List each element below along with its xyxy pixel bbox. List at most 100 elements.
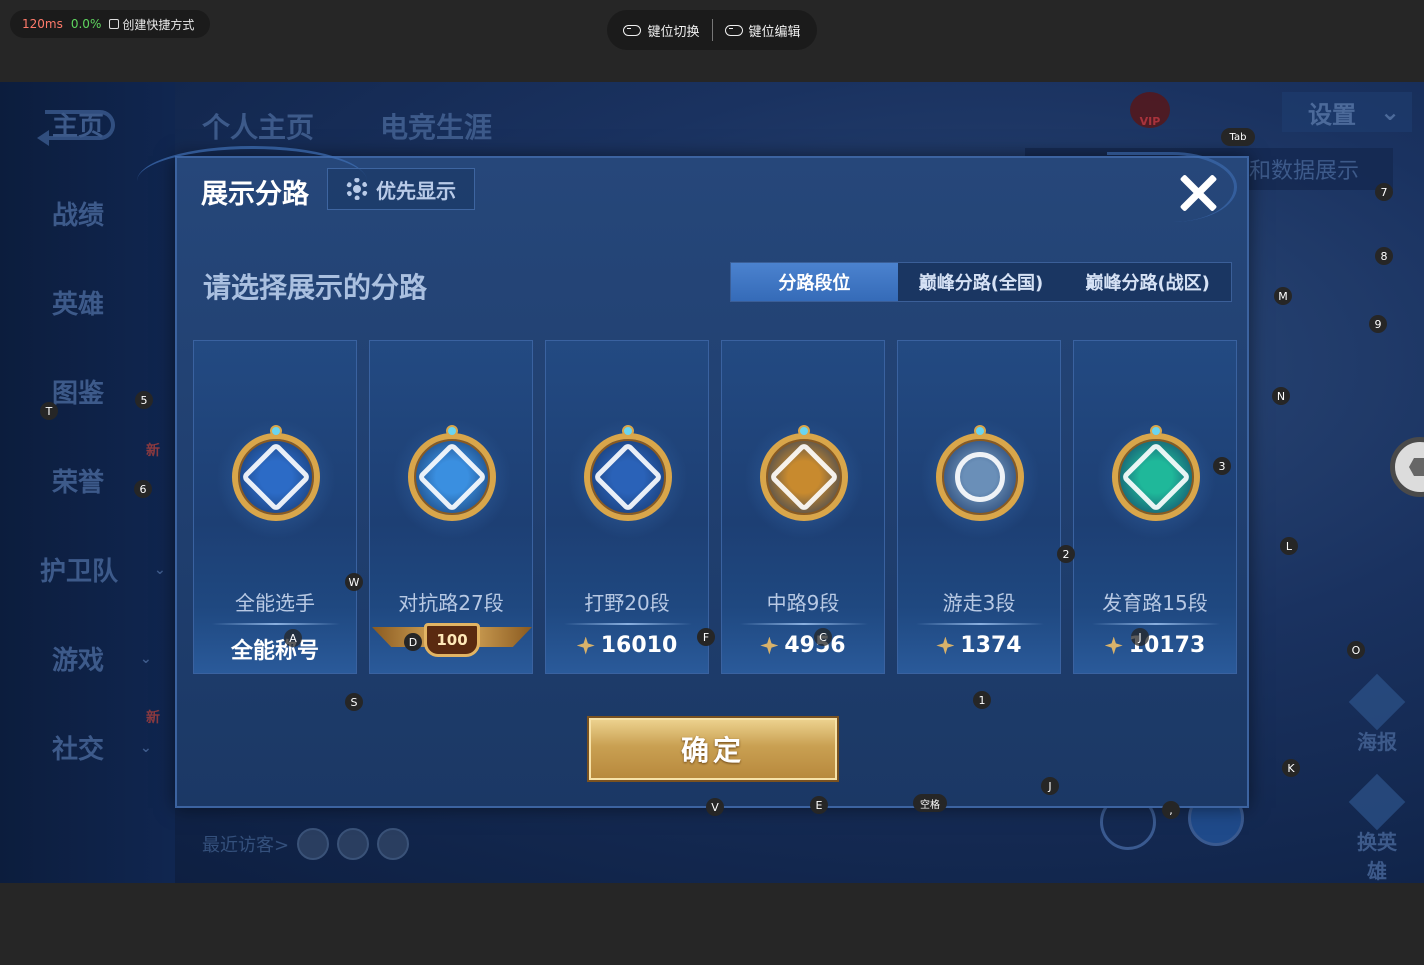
clash-lane-emblem-icon <box>408 433 496 521</box>
lane-cards: 全能选手 全能称号 对抗路27段 100 打野20段 16010 中路9段 4956 游走3段 1… <box>193 340 1237 674</box>
lane-card[interactable]: 打野20段 16010 <box>545 340 709 674</box>
keymap-marker[interactable]: F <box>697 628 715 646</box>
settings-label: 设置 <box>1308 100 1356 129</box>
keymap-marker[interactable]: 8 <box>1375 247 1393 265</box>
lane-card[interactable]: 游走3段 1374 <box>897 340 1061 674</box>
lane-rank-label: 全能选手 <box>235 591 315 615</box>
sidebar-item[interactable]: 社交 ⌄ <box>52 729 152 766</box>
keymap-marker[interactable]: W <box>345 573 363 591</box>
key-edit-button[interactable]: 键位编辑 <box>713 21 813 40</box>
sidebar-item[interactable]: 战绩 <box>52 195 104 232</box>
shortcut-icon <box>109 19 120 29</box>
peak-score-icon <box>1104 636 1123 655</box>
lane-card[interactable]: 发育路15段 10173 <box>1073 340 1237 674</box>
close-icon[interactable] <box>1173 168 1223 218</box>
chevron-down-icon: ⌄ <box>1380 98 1401 126</box>
keymap-marker[interactable]: A <box>284 629 302 647</box>
tab-esports-career[interactable]: 电竞生涯 <box>380 106 492 146</box>
emblem-symbol <box>768 441 840 513</box>
keymap-marker[interactable]: 3 <box>1213 457 1231 475</box>
keymap-marker[interactable]: V <box>706 798 724 816</box>
sidebar-item-label: 主页 <box>52 112 105 142</box>
keymap-marker[interactable]: M <box>1274 287 1292 305</box>
keymap-marker[interactable]: 5 <box>135 391 153 409</box>
emblem-symbol <box>416 441 488 513</box>
keymap-marker[interactable]: S <box>345 693 363 711</box>
gem-icon <box>270 425 282 437</box>
emblem-symbol <box>1120 441 1192 513</box>
keymap-marker[interactable]: O <box>1347 641 1365 659</box>
keymap-marker[interactable]: T <box>40 402 58 420</box>
settings-button[interactable]: 设置 ⌄ <box>1282 92 1412 132</box>
lane-score: 10173 <box>1074 633 1236 658</box>
poster-label: 海报 <box>1357 730 1397 754</box>
lane-card[interactable]: 全能选手 全能称号 <box>193 340 357 674</box>
keymap-marker[interactable]: 1 <box>973 691 991 709</box>
gem-icon <box>974 425 986 437</box>
create-shortcut-label: 创建快捷方式 <box>122 17 195 32</box>
keymap-marker[interactable]: 空格 <box>913 794 947 812</box>
keymap-marker[interactable]: E <box>810 796 828 814</box>
sidebar-item[interactable]: 英雄 <box>52 284 104 321</box>
tab-rank-type[interactable]: 巅峰分路(战区) <box>1064 263 1231 301</box>
emblem-glow <box>392 419 512 539</box>
tab-personal-home[interactable]: 个人主页 <box>202 106 314 146</box>
sidebar-item-label: 荣誉 <box>52 468 105 498</box>
sidebar-item[interactable]: 图鉴 <box>52 373 104 410</box>
lane-card[interactable]: 对抗路27段 100 <box>369 340 533 674</box>
chevron-down-icon: ⌄ <box>140 650 152 667</box>
vip-badge-icon[interactable]: VIP <box>1130 92 1170 128</box>
recent-visitors[interactable]: 最近访客> <box>202 828 410 860</box>
visitor-avatar[interactable] <box>297 828 330 860</box>
sidebar-item[interactable]: 主页 <box>52 106 104 143</box>
all-round-emblem-icon <box>232 433 320 521</box>
keymap-marker[interactable]: Tab <box>1221 128 1255 146</box>
keymap-marker[interactable]: N <box>1272 387 1290 405</box>
peak-score-icon <box>936 636 955 655</box>
poster-icon <box>1348 673 1406 731</box>
lane-rank-label: 打野20段 <box>584 591 670 615</box>
lane-card[interactable]: 中路9段 4956 <box>721 340 885 674</box>
lane-score: 4956 <box>722 633 884 658</box>
keymap-marker[interactable]: D <box>404 633 422 651</box>
rank-cap-badge: 100 <box>372 623 532 673</box>
lane-score-value: 16010 <box>600 633 678 658</box>
confirm-label: 确定 <box>680 734 745 767</box>
performance-indicator: 120ms 0.0% 创建快捷方式 <box>10 10 210 38</box>
keymap-marker[interactable]: 7 <box>1375 183 1393 201</box>
keymap-marker[interactable]: L <box>1280 537 1298 555</box>
confirm-button[interactable]: 确定 <box>589 718 837 780</box>
switch-hero-label: 换英雄 <box>1357 830 1397 883</box>
card-divider <box>740 623 868 625</box>
sidebar-item-label: 英雄 <box>52 290 105 320</box>
tab-rank-type[interactable]: 分路段位 <box>731 263 898 301</box>
priority-display-label: 优先显示 <box>376 178 456 203</box>
priority-display-button[interactable]: 优先显示 <box>327 168 475 210</box>
keymap-marker[interactable]: 2 <box>1057 545 1075 563</box>
new-badge: 新 <box>146 710 160 726</box>
vip-info-text <box>1178 94 1268 124</box>
keymap-marker[interactable]: 9 <box>1369 315 1387 333</box>
keymap-marker[interactable]: J <box>1041 777 1059 795</box>
poster-button[interactable]: 海报 <box>1348 673 1406 755</box>
sidebar-item[interactable]: 护卫队 ⌄ <box>40 551 166 588</box>
keymap-marker[interactable]: , <box>1162 801 1180 819</box>
lane-score-value: 全能称号 <box>230 639 319 664</box>
visitor-avatar[interactable] <box>377 828 410 860</box>
visitor-avatar[interactable] <box>337 828 370 860</box>
keymap-marker[interactable]: K <box>1282 759 1300 777</box>
key-switch-button[interactable]: 键位切换 <box>611 21 711 40</box>
keymap-marker[interactable]: 6 <box>134 480 152 498</box>
gear-icon <box>346 178 368 200</box>
create-shortcut-button[interactable]: 创建快捷方式 <box>109 16 194 33</box>
tab-rank-type[interactable]: 巅峰分路(全国) <box>898 263 1065 301</box>
keymap-marker[interactable]: C <box>814 628 832 646</box>
keymap-marker[interactable]: J <box>1131 628 1149 646</box>
floating-assist-button[interactable] <box>1390 437 1424 497</box>
lane-score: 1374 <box>898 633 1060 658</box>
sidebar-item[interactable]: 游戏 ⌄ <box>52 640 152 677</box>
lane-score: 16010 <box>546 633 708 658</box>
gamepad-icon <box>724 24 743 36</box>
sidebar-item-label: 战绩 <box>52 201 105 231</box>
switch-hero-button[interactable]: 换英雄 <box>1348 773 1406 883</box>
